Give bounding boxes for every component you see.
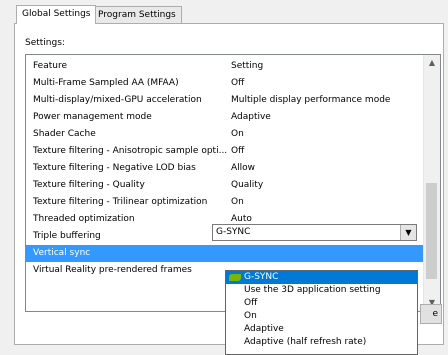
combobox-value: G-SYNC	[216, 227, 251, 237]
table-row[interactable]: Multi-display/mixed-GPU acceleration Mul…	[26, 92, 426, 109]
setting-cell: Quality	[231, 180, 264, 190]
feature-cell: Virtual Reality pre-rendered frames	[33, 265, 192, 275]
tab-global-settings[interactable]: Global Settings	[16, 5, 97, 24]
feature-cell: Shader Cache	[33, 129, 96, 139]
table-row-selected[interactable]: Vertical sync	[26, 245, 426, 262]
settings-label: Settings:	[25, 38, 65, 48]
feature-column-header: Feature	[33, 61, 68, 71]
setting-cell: Multiple display performance mode	[231, 95, 391, 105]
scroll-up-arrow-icon[interactable]: ▲	[424, 55, 440, 71]
table-row[interactable]: Shader Cache On	[26, 126, 426, 143]
feature-cell: Texture filtering - Trilinear optimizati…	[33, 197, 208, 207]
feature-cell: Triple buffering	[33, 231, 101, 241]
tab-program-settings[interactable]: Program Settings	[92, 6, 182, 23]
table-row[interactable]: Texture filtering - Quality Quality	[26, 177, 426, 194]
setting-cell: On	[231, 197, 244, 207]
vertical-scrollbar[interactable]: ▲ ▼	[423, 55, 440, 311]
feature-cell: Texture filtering - Negative LOD bias	[33, 163, 196, 173]
setting-cell: Adaptive	[231, 112, 271, 122]
table-row[interactable]: Texture filtering - Anisotropic sample o…	[26, 143, 426, 160]
vertical-sync-combobox[interactable]: G-SYNC ▼	[212, 224, 417, 241]
dropdown-option[interactable]: Adaptive (half refresh rate)	[226, 336, 417, 349]
vertical-sync-dropdown[interactable]: G-SYNC Use the 3D application setting Of…	[225, 270, 418, 355]
nvidia-logo-icon	[229, 274, 241, 281]
scrollbar-thumb[interactable]	[426, 183, 437, 279]
table-row[interactable]: Power management mode Adaptive	[26, 109, 426, 126]
setting-column-header: Setting	[231, 61, 264, 71]
feature-cell: Texture filtering - Anisotropic sample o…	[33, 146, 228, 156]
feature-cell: Texture filtering - Quality	[33, 180, 145, 190]
setting-cell: Off	[231, 146, 245, 156]
feature-cell: Threaded optimization	[33, 214, 135, 224]
feature-cell: Multi-display/mixed-GPU acceleration	[33, 95, 202, 105]
table-row[interactable]: Texture filtering - Negative LOD bias Al…	[26, 160, 426, 177]
feature-cell: Vertical sync	[33, 248, 91, 258]
dropdown-option[interactable]: On	[226, 310, 417, 323]
table-row[interactable]: Multi-Frame Sampled AA (MFAA) Off	[26, 75, 426, 92]
setting-cell: On	[231, 129, 244, 139]
setting-cell: Allow	[231, 163, 256, 173]
setting-cell: Off	[231, 78, 245, 88]
table-row[interactable]: Texture filtering - Trilinear optimizati…	[26, 194, 426, 211]
dropdown-option[interactable]: Off	[226, 297, 417, 310]
list-header: Feature Setting	[26, 58, 426, 75]
dropdown-option-gsync[interactable]: G-SYNC	[226, 271, 417, 284]
dropdown-option[interactable]: Adaptive	[226, 323, 417, 336]
restore-button-partial[interactable]: e	[420, 304, 442, 324]
dropdown-option[interactable]: Use the 3D application setting	[226, 284, 417, 297]
feature-cell: Power management mode	[33, 112, 152, 122]
chevron-down-icon[interactable]: ▼	[400, 225, 416, 240]
feature-cell: Multi-Frame Sampled AA (MFAA)	[33, 78, 179, 88]
